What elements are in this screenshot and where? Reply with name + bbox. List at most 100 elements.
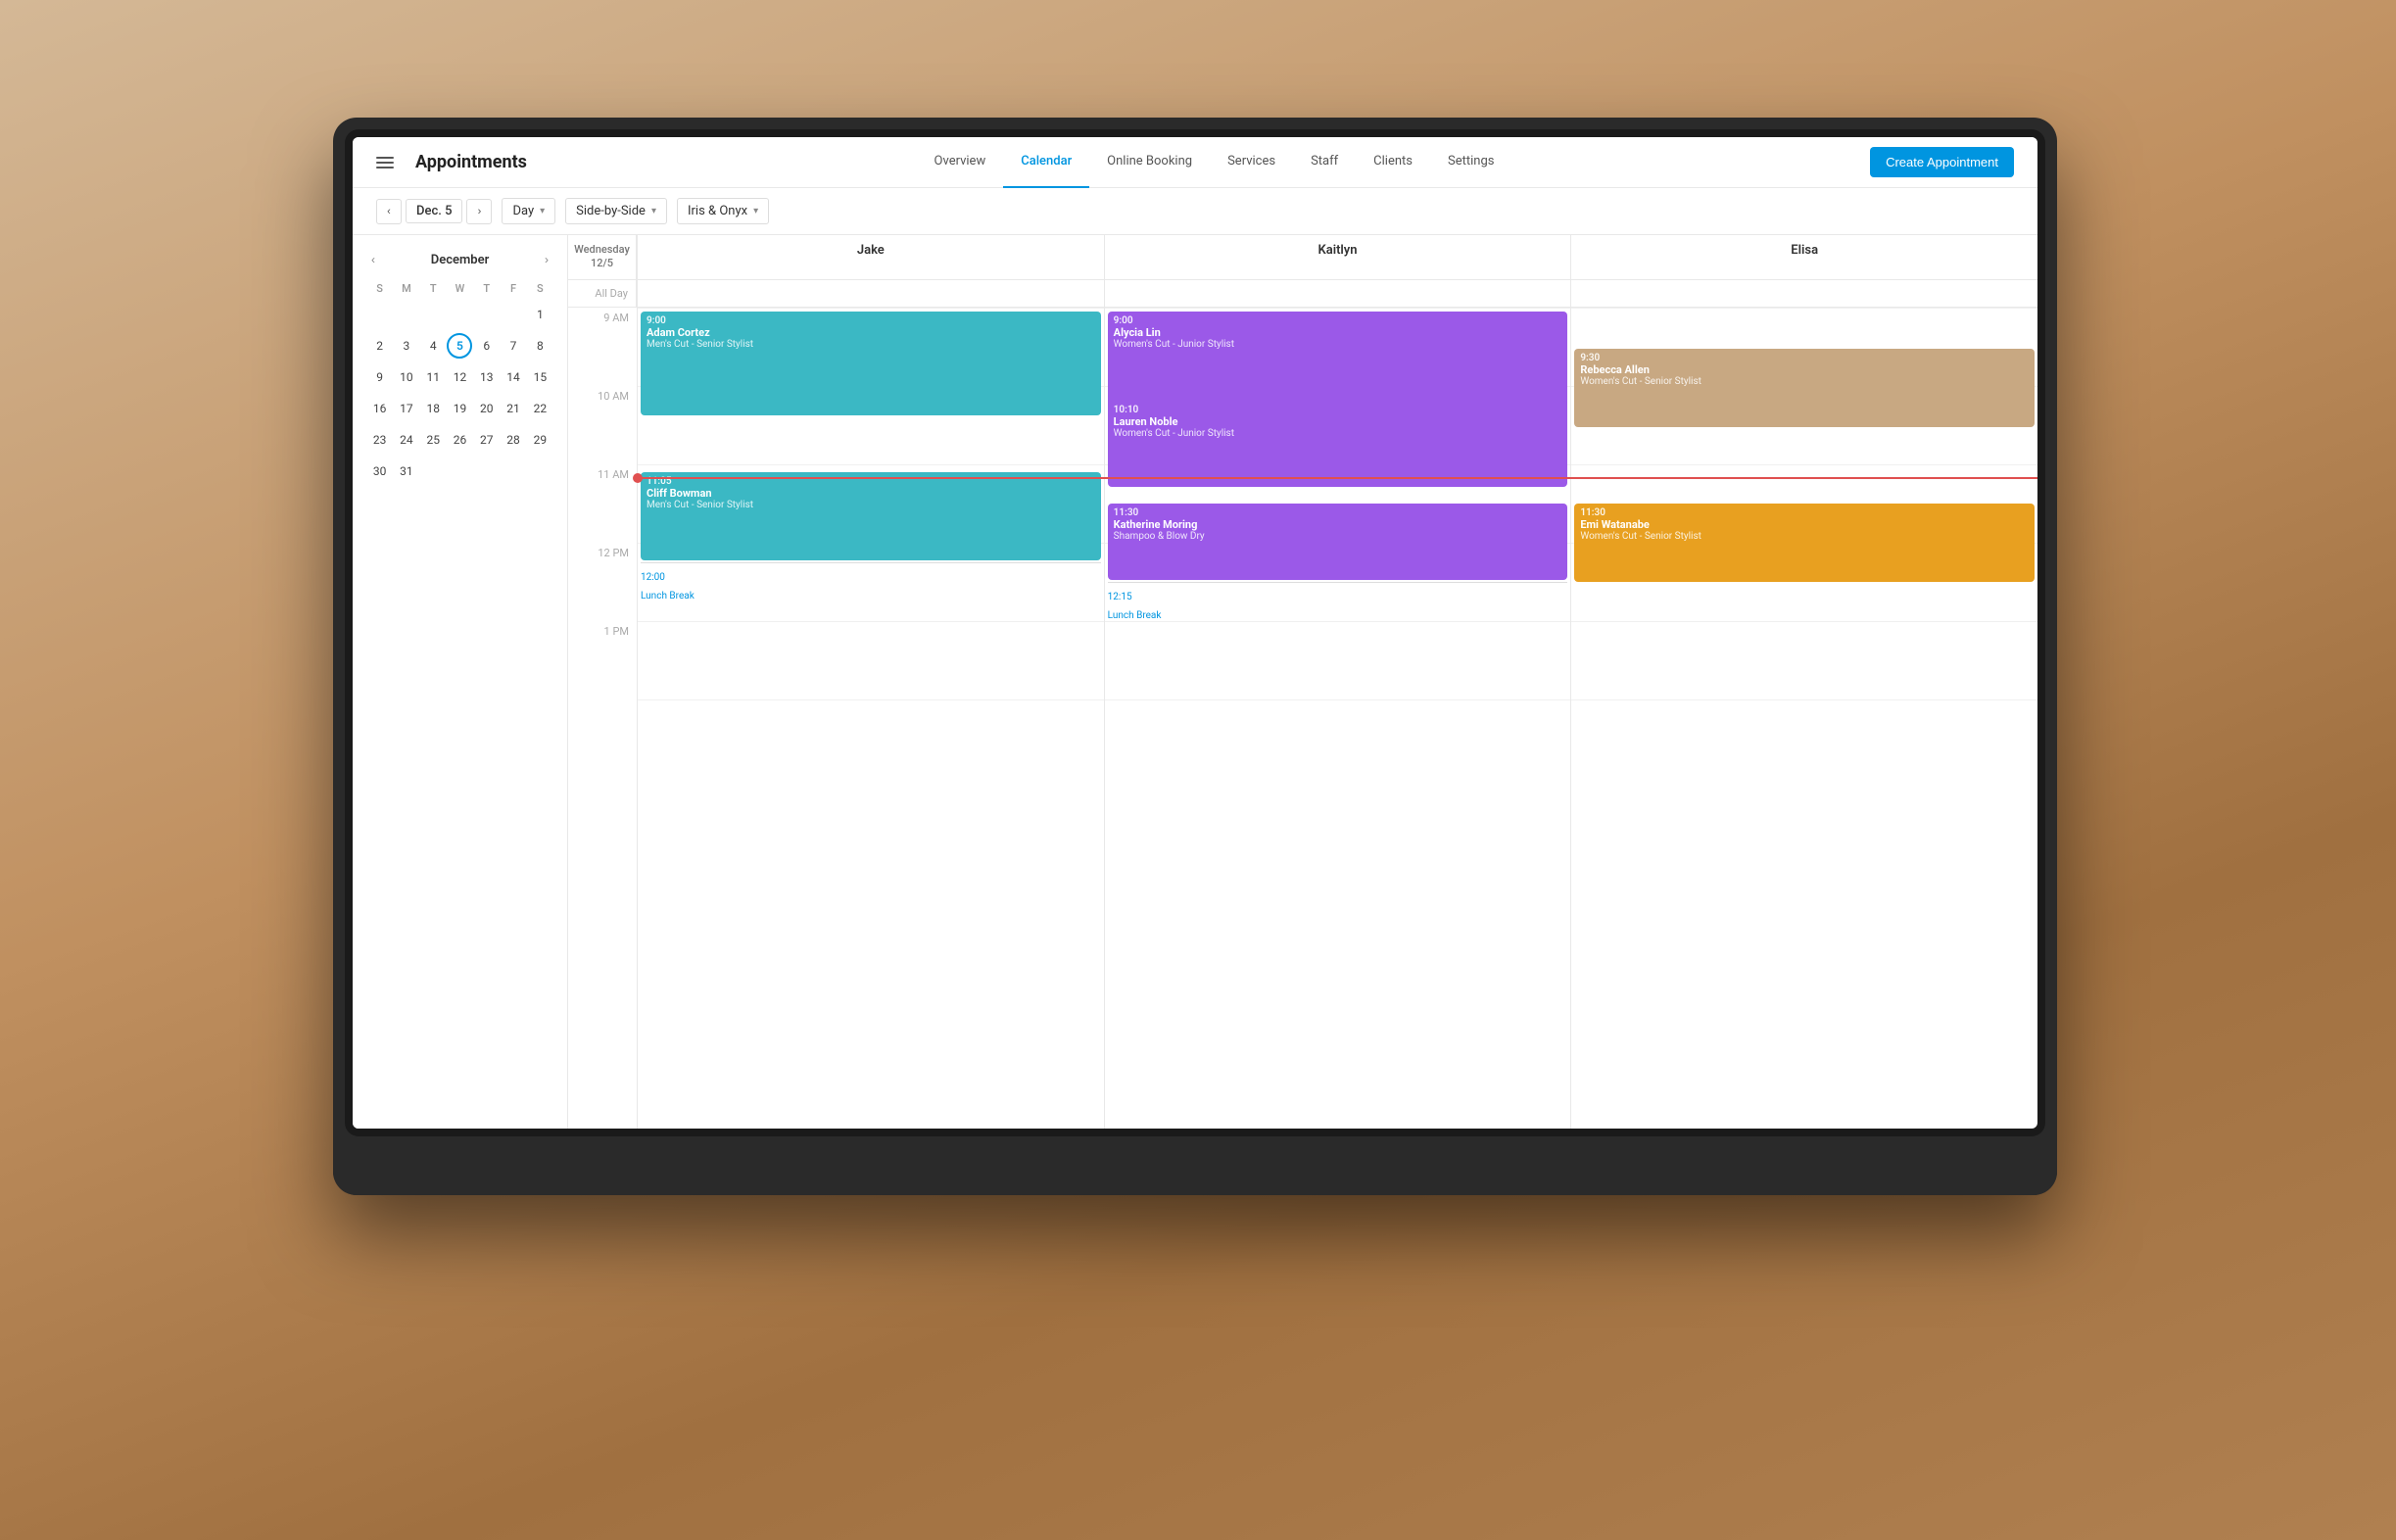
staff-header-elisa: Elisa (1570, 235, 2037, 279)
calendar-day[interactable] (420, 456, 447, 487)
day-header-t2: T (473, 278, 500, 299)
calendar-day[interactable] (473, 299, 500, 330)
tab-services[interactable]: Services (1210, 137, 1293, 188)
tab-staff[interactable]: Staff (1293, 137, 1356, 188)
all-day-kaitlyn (1104, 280, 1571, 307)
calendar-day[interactable] (447, 299, 473, 330)
calendar-day[interactable] (500, 299, 526, 330)
appt-name: Alycia Lin (1114, 326, 1562, 339)
calendar-day[interactable]: 5 (447, 330, 473, 361)
appointment-lauren-noble[interactable]: 10:10 Lauren Noble Women's Cut - Junior … (1108, 401, 1568, 487)
day-header-f: F (500, 278, 526, 299)
calendar-day[interactable]: 2 (366, 330, 393, 361)
calendar-day[interactable] (500, 456, 526, 487)
lunch-label: 12:15 (1108, 592, 1132, 602)
mini-cal-prev-button[interactable]: ‹ (366, 251, 380, 268)
tab-calendar[interactable]: Calendar (1003, 137, 1089, 188)
appt-service: Women's Cut - Junior Stylist (1114, 428, 1562, 439)
appt-name: Emi Watanabe (1580, 518, 2029, 531)
location-label: Iris & Onyx (688, 204, 747, 218)
mini-cal-next-button[interactable]: › (540, 251, 553, 268)
calendar-day[interactable]: 31 (393, 456, 419, 487)
calendar-day[interactable] (393, 299, 419, 330)
calendar-day[interactable]: 22 (527, 393, 553, 424)
calendar-day[interactable]: 28 (500, 424, 526, 456)
calendar-day[interactable] (473, 456, 500, 487)
view-mode-dropdown[interactable]: Day ▾ (502, 198, 555, 224)
tab-settings[interactable]: Settings (1430, 137, 1511, 188)
day-header-w: W (447, 278, 473, 299)
appt-time: 9:30 (1580, 353, 2029, 363)
tab-online-booking[interactable]: Online Booking (1089, 137, 1210, 188)
appointment-katherine-moring[interactable]: 11:30 Katherine Moring Shampoo & Blow Dr… (1108, 504, 1568, 580)
calendar-day[interactable]: 16 (366, 393, 393, 424)
appt-time: 9:00 (647, 315, 1095, 326)
calendar-day[interactable] (420, 299, 447, 330)
date-navigation: ‹ Dec. 5 › (376, 199, 492, 224)
appointment-emi-watanabe[interactable]: 11:30 Emi Watanabe Women's Cut - Senior … (1574, 504, 2035, 582)
calendar-day[interactable]: 3 (393, 330, 419, 361)
calendar-day[interactable]: 8 (527, 330, 553, 361)
all-day-label: All Day (595, 287, 628, 300)
calendar-day[interactable]: 7 (500, 330, 526, 361)
nav-tabs: Overview Calendar Online Booking Service… (558, 137, 1870, 188)
calendar-day[interactable]: 19 (447, 393, 473, 424)
appointment-cliff-bowman[interactable]: 11:05 Cliff Bowman Men's Cut - Senior St… (641, 472, 1101, 560)
calendar-day[interactable]: 13 (473, 361, 500, 393)
calendar-day[interactable]: 10 (393, 361, 419, 393)
appt-service: Women's Cut - Junior Stylist (1114, 339, 1562, 350)
date-label: Wednesday 12/5 (568, 243, 636, 271)
calendar-day[interactable]: 11 (420, 361, 447, 393)
screen-bezel: Appointments Overview Calendar Online Bo… (345, 129, 2045, 1136)
appt-time: 11:30 (1114, 507, 1562, 518)
calendar-day[interactable]: 12 (447, 361, 473, 393)
calendar-day[interactable]: 18 (420, 393, 447, 424)
calendar-day[interactable]: 6 (473, 330, 500, 361)
calendar-day[interactable] (527, 456, 553, 487)
calendar-day[interactable]: 1 (527, 299, 553, 330)
staff-column-kaitlyn: 9:00 Alycia Lin Women's Cut - Junior Sty… (1104, 308, 1571, 1129)
calendar-day[interactable]: 25 (420, 424, 447, 456)
tab-overview[interactable]: Overview (917, 137, 1004, 188)
day-header-s2: S (527, 278, 553, 299)
calendar-day[interactable]: 30 (366, 456, 393, 487)
staff-column-jake: 9:00 Adam Cortez Men's Cut - Senior Styl… (637, 308, 1104, 1129)
calendar-day[interactable]: 21 (500, 393, 526, 424)
all-day-jake (637, 280, 1104, 307)
calendar-day[interactable]: 24 (393, 424, 419, 456)
calendar-day[interactable]: 23 (366, 424, 393, 456)
lunch-break-jake: 12:00 Lunch Break (641, 562, 1101, 609)
calendar-day[interactable]: 15 (527, 361, 553, 393)
calendar-day[interactable]: 29 (527, 424, 553, 456)
appointment-adam-cortez[interactable]: 9:00 Adam Cortez Men's Cut - Senior Styl… (641, 312, 1101, 415)
calendar-day[interactable]: 26 (447, 424, 473, 456)
calendar-day[interactable]: 27 (473, 424, 500, 456)
calendar-day[interactable]: 20 (473, 393, 500, 424)
toolbar: ‹ Dec. 5 › Day ▾ Side-by-Side ▾ Iris & O… (353, 188, 2037, 235)
calendar-day[interactable] (447, 456, 473, 487)
menu-icon[interactable] (376, 154, 396, 171)
time-1pm: 1 PM (604, 625, 629, 638)
calendar-day[interactable]: 4 (420, 330, 447, 361)
staff-header-kaitlyn: Kaitlyn (1104, 235, 1571, 279)
calendar-day[interactable]: 9 (366, 361, 393, 393)
appt-name: Rebecca Allen (1580, 363, 2029, 376)
next-date-button[interactable]: › (466, 199, 492, 224)
staff-header-jake: Jake (637, 235, 1104, 279)
layout-mode-dropdown[interactable]: Side-by-Side ▾ (565, 198, 667, 224)
appointment-rebecca-allen[interactable]: 9:30 Rebecca Allen Women's Cut - Senior … (1574, 349, 2035, 427)
all-day-row: All Day (568, 280, 2037, 308)
screen: Appointments Overview Calendar Online Bo… (353, 137, 2037, 1129)
day-header-m: M (393, 278, 419, 299)
location-dropdown[interactable]: Iris & Onyx ▾ (677, 198, 769, 224)
create-appointment-button[interactable]: Create Appointment (1870, 147, 2014, 177)
calendar-day[interactable] (366, 299, 393, 330)
appt-name: Adam Cortez (647, 326, 1095, 339)
calendar-day[interactable]: 14 (500, 361, 526, 393)
mini-calendar-header: ‹ December › (366, 251, 553, 268)
calendar-day[interactable]: 17 (393, 393, 419, 424)
appt-time: 9:00 (1114, 315, 1562, 326)
prev-date-button[interactable]: ‹ (376, 199, 402, 224)
appt-service: Men's Cut - Senior Stylist (647, 339, 1095, 350)
tab-clients[interactable]: Clients (1356, 137, 1430, 188)
